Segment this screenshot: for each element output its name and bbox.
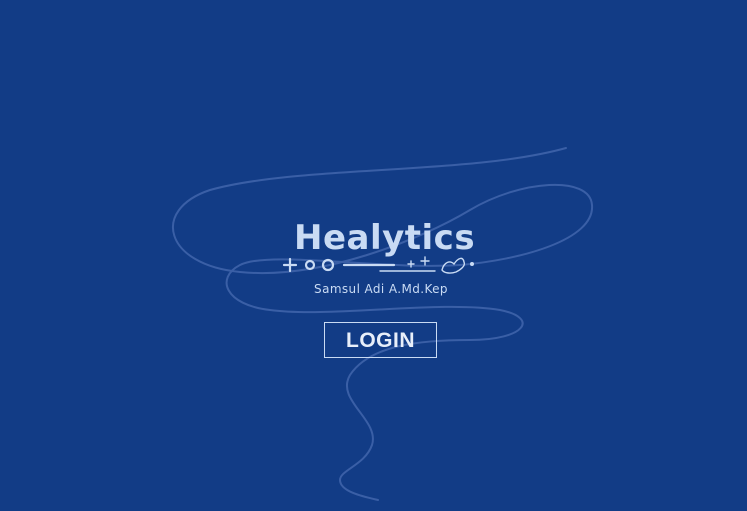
- ring-icon: [321, 258, 335, 272]
- app-logo: Healytics: [280, 218, 485, 278]
- ring-icon: [304, 259, 316, 271]
- dove-icon: [441, 257, 466, 274]
- logo-symbols: [282, 256, 474, 274]
- login-button[interactable]: LOGIN: [324, 322, 437, 358]
- dot-icon: [470, 262, 474, 266]
- author-subtitle: Samsul Adi A.Md.Kep: [314, 282, 448, 296]
- login-screen: Healytics Samsul Adi A.Md.Kep LOGIN: [0, 0, 747, 511]
